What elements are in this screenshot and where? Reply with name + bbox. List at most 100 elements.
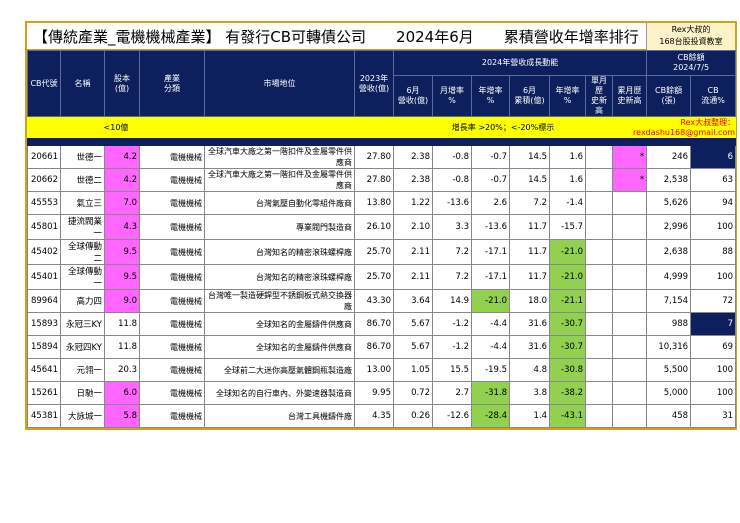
cell-cum-high bbox=[611, 289, 648, 313]
cell-cb-bal: 2,996 bbox=[646, 214, 692, 240]
table-row: 45553 氣立三 7.0 電機機械 台灣氣壓自動化零組件廠商 13.80 1.22 -13.… bbox=[27, 191, 737, 215]
cell-month-high bbox=[585, 335, 613, 359]
cell-industry: 電機機械 bbox=[139, 214, 205, 240]
cell-month-high bbox=[585, 381, 613, 405]
cell-jun-cum: 18.0 bbox=[509, 289, 550, 313]
cell-rev2023: 13.00 bbox=[354, 358, 394, 382]
cell-jun-rev: 5.67 bbox=[393, 335, 433, 359]
cell-position: 台灣唯一製造硬銲型不銹鋼板式熱交換器廠 bbox=[204, 289, 355, 313]
cell-capital: 6.0 bbox=[104, 381, 140, 405]
cell-name: 全球傳動二 bbox=[60, 239, 105, 265]
brand-line1: Rex大叔的 bbox=[671, 25, 711, 34]
cell-name: 日馳一 bbox=[60, 381, 105, 405]
cell-jun-cum: 14.5 bbox=[509, 168, 550, 192]
header-cum-high: 累月歷 史新高 bbox=[611, 75, 648, 117]
cell-cum-yoy: -21.1 bbox=[549, 289, 586, 313]
legend-capital-note: <10億 bbox=[27, 116, 205, 138]
cell-position: 全球知名的自行車內、外變速器製造商 bbox=[204, 381, 355, 405]
legend-rate-note: 增長率 >20%；<-20%標示 bbox=[393, 116, 613, 138]
cell-cb-float: 100 bbox=[690, 264, 737, 290]
cell-mom: 2.7 bbox=[432, 381, 472, 405]
cell-industry: 電機機械 bbox=[139, 289, 205, 313]
cell-cb-bal: 7,154 bbox=[646, 289, 692, 313]
cell-name: 全球傳動一 bbox=[60, 264, 105, 290]
header-mom: 月增率 % bbox=[432, 75, 472, 117]
cell-cum-high bbox=[611, 358, 648, 382]
cell-position: 台灣工具機鑄件廠 bbox=[204, 404, 355, 428]
cell-jun-rev: 2.10 bbox=[393, 214, 433, 240]
cell-industry: 電機機械 bbox=[139, 145, 205, 169]
cell-mom: 3.3 bbox=[432, 214, 472, 240]
cell-cum-yoy: -15.7 bbox=[549, 214, 586, 240]
cell-code: 15893 bbox=[27, 312, 61, 336]
cell-jun-cum: 11.7 bbox=[509, 264, 550, 290]
cell-cb-bal: 2,538 bbox=[646, 168, 692, 192]
cell-cum-high: * bbox=[611, 168, 648, 192]
cell-industry: 電機機械 bbox=[139, 358, 205, 382]
cb-table: CB代號 名稱 股本 (億) 產業 分類 市場地位 2023年 營收(億) 20… bbox=[26, 50, 737, 428]
cell-cum-yoy: -30.8 bbox=[549, 358, 586, 382]
table-row: 15894 永冠四KY 11.8 電機機械 全球知名的金屬鑄件供應商 86.70 5.67-… bbox=[27, 335, 737, 359]
cell-name: 永冠三KY bbox=[60, 312, 105, 336]
header-cb-float: CB 流通% bbox=[690, 75, 737, 117]
cell-code: 20661 bbox=[27, 145, 61, 169]
cell-cb-bal: 10,316 bbox=[646, 335, 692, 359]
cell-yoy: -19.5 bbox=[471, 358, 510, 382]
legend-credit: Rex大叔整理：rexdashu168@gmail.com bbox=[611, 116, 737, 138]
cell-cb-float: 100 bbox=[690, 358, 737, 382]
header-rev2023: 2023年 營收(億) bbox=[354, 50, 394, 117]
cell-code: 89964 bbox=[27, 289, 61, 313]
cell-position: 台灣知名的精密滾珠螺桿廠 bbox=[204, 239, 355, 265]
cell-cum-yoy: -38.2 bbox=[549, 381, 586, 405]
cell-position: 全球知名的金屬鑄件供應商 bbox=[204, 312, 355, 336]
table-row: 45641 元翎一 20.3 電機機械 全球前二大迷你高壓氣體鋼瓶製造廠 13.00 1.0… bbox=[27, 358, 737, 382]
cell-cum-high bbox=[611, 264, 648, 290]
cell-cum-high bbox=[611, 239, 648, 265]
header-code: CB代號 bbox=[27, 50, 61, 117]
table-row: 15893 永冠三KY 11.8 電機機械 全球知名的金屬鑄件供應商 86.70 5.67-… bbox=[27, 312, 737, 336]
header-name: 名稱 bbox=[60, 50, 105, 117]
table-row: 20661 世德一 4.2 電機機械 全球汽車大廠之第一階扣件及金屬零件供應商 27.80… bbox=[27, 145, 737, 169]
cell-name: 世德一 bbox=[60, 145, 105, 169]
cell-cum-high bbox=[611, 191, 648, 215]
cell-mom: -13.6 bbox=[432, 191, 472, 215]
header-month-high: 單月歷 史新高 bbox=[585, 75, 613, 117]
cell-cum-yoy: -30.7 bbox=[549, 312, 586, 336]
cell-position: 台灣氣壓自動化零組件廠商 bbox=[204, 191, 355, 215]
cell-capital: 9.5 bbox=[104, 264, 140, 290]
cell-name: 捷流閥業一 bbox=[60, 214, 105, 240]
cell-yoy: -4.4 bbox=[471, 335, 510, 359]
cell-position: 台灣知名的精密滾珠螺桿廠 bbox=[204, 264, 355, 290]
cell-mom: -1.2 bbox=[432, 335, 472, 359]
cell-jun-rev: 1.05 bbox=[393, 358, 433, 382]
cell-code: 45381 bbox=[27, 404, 61, 428]
cell-jun-rev: 0.72 bbox=[393, 381, 433, 405]
cell-yoy: -28.4 bbox=[471, 404, 510, 428]
cell-cb-bal: 458 bbox=[646, 404, 692, 428]
cell-capital: 9.0 bbox=[104, 289, 140, 313]
cell-industry: 電機機械 bbox=[139, 335, 205, 359]
cell-industry: 電機機械 bbox=[139, 312, 205, 336]
cell-name: 元翎一 bbox=[60, 358, 105, 382]
table-row: 15261 日馳一 6.0 電機機械 全球知名的自行車內、外變速器製造商 9.95 0.72… bbox=[27, 381, 737, 405]
cell-capital: 7.0 bbox=[104, 191, 140, 215]
cell-month-high bbox=[585, 404, 613, 428]
cell-rev2023: 27.80 bbox=[354, 145, 394, 169]
cell-jun-cum: 11.7 bbox=[509, 214, 550, 240]
cell-mom: 15.5 bbox=[432, 358, 472, 382]
cell-code: 45553 bbox=[27, 191, 61, 215]
cell-cum-high: * bbox=[611, 145, 648, 169]
cell-mom: -12.6 bbox=[432, 404, 472, 428]
cell-industry: 電機機械 bbox=[139, 168, 205, 192]
cell-cb-float: 94 bbox=[690, 191, 737, 215]
cell-yoy: -4.4 bbox=[471, 312, 510, 336]
cell-cum-high bbox=[611, 404, 648, 428]
cell-cum-high bbox=[611, 312, 648, 336]
cell-jun-rev: 5.67 bbox=[393, 312, 433, 336]
cell-capital: 9.5 bbox=[104, 239, 140, 265]
cell-cb-bal: 5,500 bbox=[646, 358, 692, 382]
cell-yoy: 2.6 bbox=[471, 191, 510, 215]
cell-cum-yoy: 1.6 bbox=[549, 168, 586, 192]
brand-line2: 168台股投資教室 bbox=[659, 37, 723, 46]
cell-mom: -0.8 bbox=[432, 168, 472, 192]
